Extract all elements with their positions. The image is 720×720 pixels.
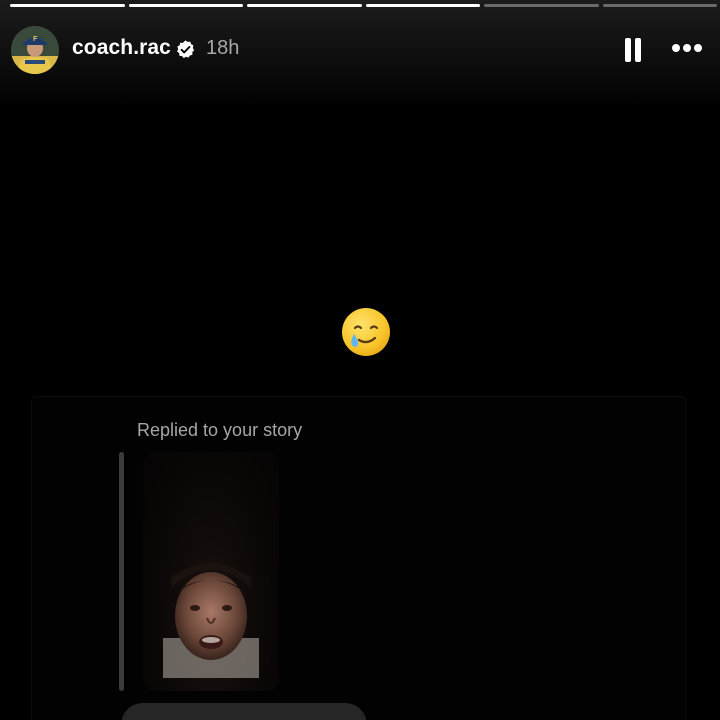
story-thumbnail[interactable] <box>143 452 279 691</box>
story-progress-segment <box>602 4 717 7</box>
username[interactable]: coach.rac <box>72 36 171 60</box>
message-bubble <box>121 703 367 720</box>
replied-to-story-label: Replied to your story <box>137 420 303 440</box>
svg-text:F: F <box>33 36 38 43</box>
pause-icon <box>625 38 631 62</box>
more-dot <box>694 44 702 52</box>
story-progress-fill <box>247 4 362 7</box>
more-dot <box>683 44 691 52</box>
reply-quote-bar <box>119 452 124 691</box>
more-options-icon <box>672 44 680 52</box>
story-progress-fill <box>128 4 243 7</box>
story-progress-bar <box>10 4 717 7</box>
reply-message-panel <box>32 397 685 720</box>
story-progress-fill <box>365 4 480 7</box>
verified-badge-icon <box>177 40 195 59</box>
story-progress-segment <box>365 4 480 7</box>
story-progress-segment <box>10 4 125 7</box>
avatar-photo-icon: F <box>11 26 59 74</box>
pause-icon-bar <box>635 38 641 62</box>
story-progress-segment <box>484 4 599 7</box>
smiling-face-with-tear-emoji <box>342 308 390 356</box>
story-timestamp: 18h <box>206 37 240 59</box>
story-progress-segment <box>128 4 243 7</box>
pause-button[interactable] <box>623 38 643 62</box>
story-progress-fill <box>10 4 125 7</box>
story-progress-segment <box>247 4 362 7</box>
profile-avatar[interactable]: F <box>11 26 59 74</box>
more-options-button[interactable] <box>670 41 704 55</box>
story-preview-image-icon <box>163 563 259 678</box>
